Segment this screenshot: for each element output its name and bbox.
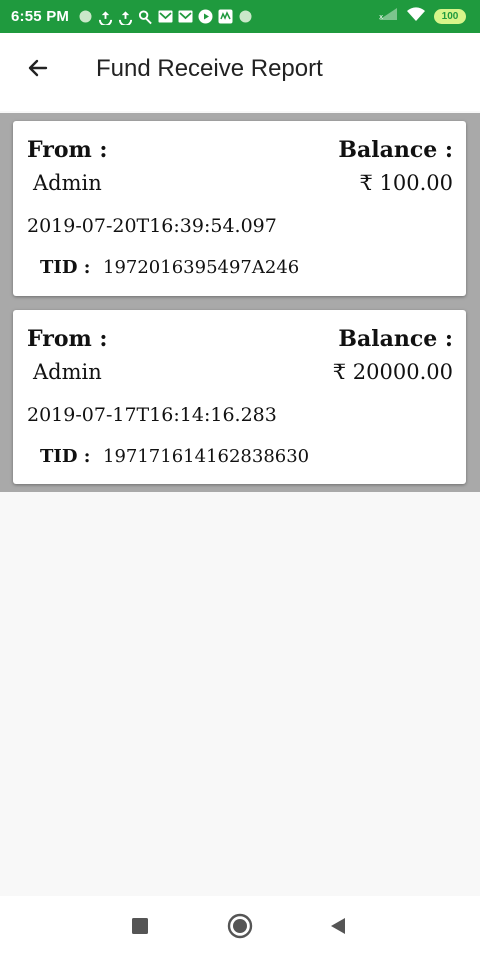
recents-button[interactable] [126,914,154,942]
wifi-icon [406,6,426,27]
sync-icon [98,9,113,25]
mail-icon [158,9,173,24]
play-icon [198,9,213,24]
tid-label: TID : [40,446,91,467]
notification-dot-icon [78,9,93,24]
square-icon [132,917,148,939]
from-value: Admin [33,360,102,384]
app-bar: Fund Receive Report [0,33,480,111]
balance-value: ₹ 100.00 [359,171,453,195]
app-icon [138,9,153,24]
tid-value: 1972016395497A246 [103,257,300,278]
transaction-date: 2019-07-20T16:39:54.097 [27,215,277,237]
back-button[interactable] [22,54,54,86]
battery-indicator: 100 [434,9,466,24]
sync-icon [118,9,133,25]
triangle-back-icon [329,917,347,940]
circle-icon [227,913,253,944]
system-nav-bar [0,896,480,960]
from-label: From : [27,326,108,352]
mail-icon [178,9,193,24]
status-bar: 6:55 PM x 100 [0,0,480,33]
report-card[interactable]: From : Balance : Admin ₹ 100.00 2019-07-… [13,121,466,296]
tid-value: 197171614162838630 [103,446,310,467]
balance-label: Balance : [338,326,453,352]
report-card[interactable]: From : Balance : Admin ₹ 20000.00 2019-0… [13,310,466,484]
balance-value: ₹ 20000.00 [332,360,453,384]
from-label: From : [27,137,108,163]
signal-icon: x [378,7,398,26]
status-right: x 100 [378,0,466,33]
app-icon [218,9,233,24]
arrow-left-icon [26,56,50,85]
svg-text:x: x [379,13,383,21]
nav-back-button[interactable] [324,914,352,942]
home-button[interactable] [226,913,254,944]
notification-dot-icon [238,9,253,24]
page-title: Fund Receive Report [96,55,323,82]
from-value: Admin [33,171,102,195]
status-time: 6:55 PM [11,8,70,25]
notification-icons [78,9,253,25]
report-list: From : Balance : Admin ₹ 100.00 2019-07-… [0,113,480,492]
tid-label: TID : [40,257,91,278]
transaction-date: 2019-07-17T16:14:16.283 [27,404,277,426]
balance-label: Balance : [338,137,453,163]
